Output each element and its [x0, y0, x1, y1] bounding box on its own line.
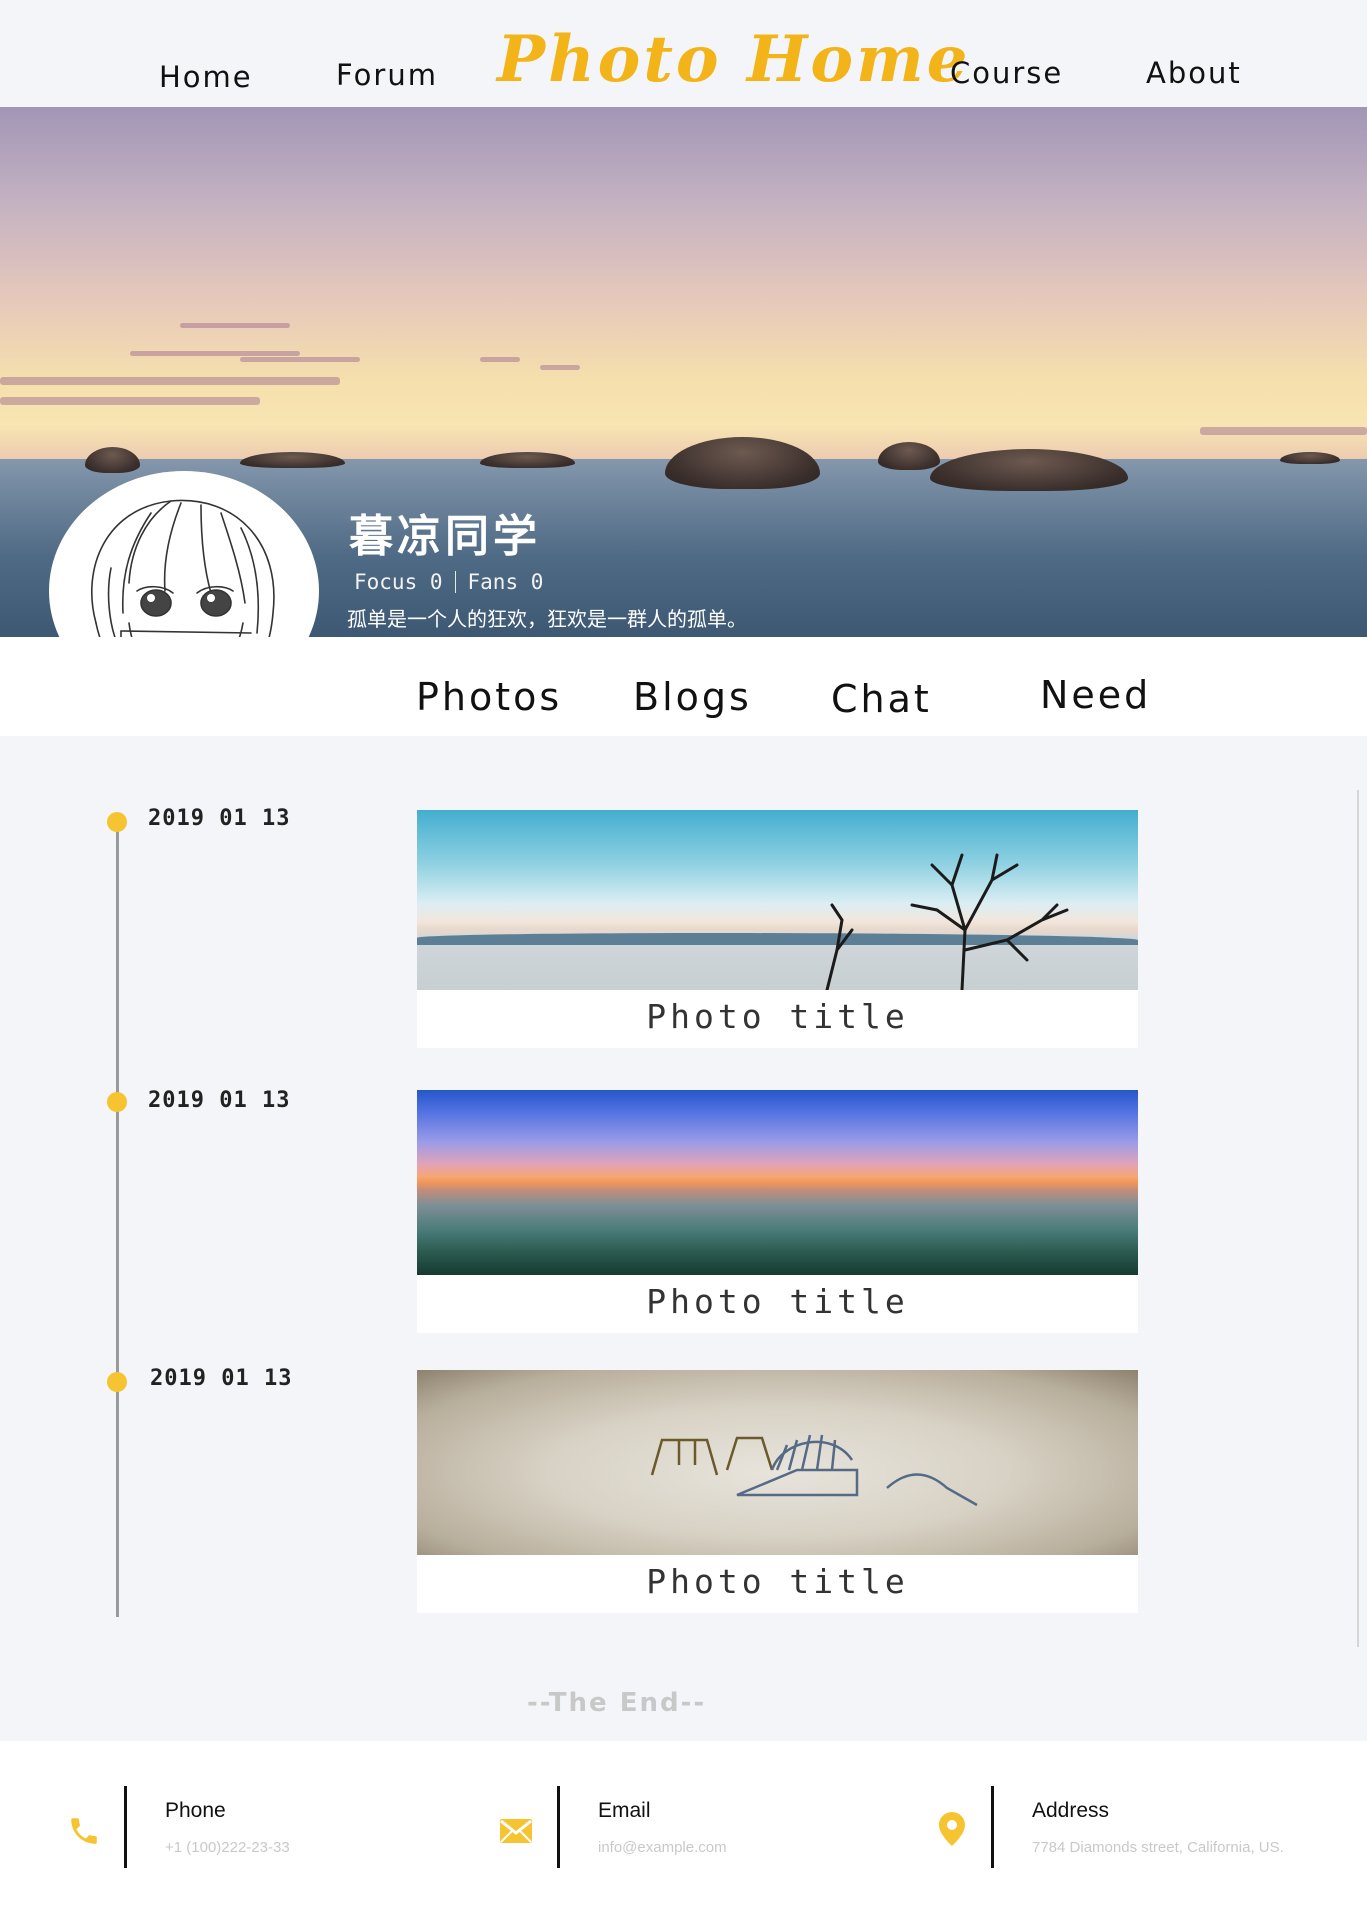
end-marker: --The End--: [527, 1688, 707, 1718]
profile-tab-bar: Photos Blogs Chat Need: [0, 637, 1367, 736]
banner-rock: [665, 437, 820, 489]
photo-image[interactable]: [417, 810, 1138, 990]
mail-icon: [496, 1811, 536, 1851]
tab-need[interactable]: Need: [1040, 673, 1151, 717]
playground-model-icon: [650, 1434, 978, 1507]
banner-cloud: [0, 377, 340, 385]
nav-forum-link[interactable]: Forum: [336, 58, 438, 92]
focus-count[interactable]: Focus 0: [354, 570, 443, 594]
photo-title: Photo title: [646, 1282, 909, 1321]
banner-rock: [480, 452, 575, 468]
banner-cloud: [240, 357, 360, 362]
scroll-track[interactable]: [1357, 790, 1359, 1647]
photo-title: Photo title: [646, 997, 909, 1036]
email-label: Email: [598, 1799, 651, 1822]
timeline-date: 2019 01 13: [150, 1366, 293, 1391]
banner-cloud: [480, 357, 520, 362]
phone-icon: [64, 1811, 104, 1851]
timeline-date: 2019 01 13: [148, 1088, 291, 1113]
photo-card[interactable]: Photo title: [417, 1090, 1138, 1333]
phone-label: Phone: [165, 1799, 226, 1822]
banner-cloud: [180, 323, 290, 328]
photo-card[interactable]: Photo title: [417, 1370, 1138, 1613]
timeline-dot: [107, 1092, 127, 1112]
photo-image[interactable]: [417, 1370, 1138, 1555]
photo-card[interactable]: Photo title: [417, 810, 1138, 1048]
footer-divider: [991, 1786, 994, 1868]
timeline-dot: [107, 1372, 127, 1392]
nav-home-link[interactable]: Home: [159, 60, 253, 94]
profile-stats: Focus 0 Fans 0: [354, 570, 543, 594]
tab-photos[interactable]: Photos: [416, 675, 562, 719]
profile-bio: 孤单是一个人的狂欢，狂欢是一群人的孤单。: [347, 607, 747, 631]
banner-rock: [930, 449, 1128, 491]
nav-about-link[interactable]: About: [1146, 56, 1242, 90]
timeline-line: [116, 820, 119, 1617]
tree-silhouette-icon: [825, 853, 1069, 990]
top-navigation: Home Forum Photo Home Course About: [0, 0, 1367, 107]
location-pin-icon: [932, 1809, 972, 1849]
profile-name: 暮凉同学: [349, 511, 541, 562]
banner-cloud: [540, 365, 580, 370]
timeline-dot: [107, 812, 127, 832]
address-value[interactable]: 7784 Diamonds street, California, US.: [1032, 1839, 1284, 1856]
photo-title: Photo title: [646, 1562, 909, 1601]
nav-course-link[interactable]: Course: [950, 56, 1063, 90]
tab-blogs[interactable]: Blogs: [633, 675, 752, 719]
footer-divider: [557, 1786, 560, 1868]
address-label: Address: [1032, 1799, 1110, 1822]
banner-cloud: [1200, 427, 1367, 435]
contact-footer: Phone +1 (100)222-23-33 Email info@examp…: [0, 1741, 1367, 1908]
email-value[interactable]: info@example.com: [598, 1839, 727, 1856]
fans-count[interactable]: Fans 0: [468, 570, 544, 594]
banner-rock: [1280, 452, 1340, 464]
banner-cloud: [0, 397, 260, 405]
banner-cloud: [130, 351, 300, 356]
banner-rock: [878, 442, 940, 470]
photo-image[interactable]: [417, 1090, 1138, 1275]
timeline-date: 2019 01 13: [148, 806, 291, 831]
phone-value[interactable]: +1 (100)222-23-33: [165, 1839, 290, 1856]
banner-rock: [85, 447, 140, 473]
brand-logo[interactable]: Photo Home: [497, 22, 970, 97]
tab-chat[interactable]: Chat: [831, 677, 932, 721]
stats-divider: [454, 571, 456, 593]
banner-rock: [240, 452, 345, 468]
footer-divider: [124, 1786, 127, 1868]
